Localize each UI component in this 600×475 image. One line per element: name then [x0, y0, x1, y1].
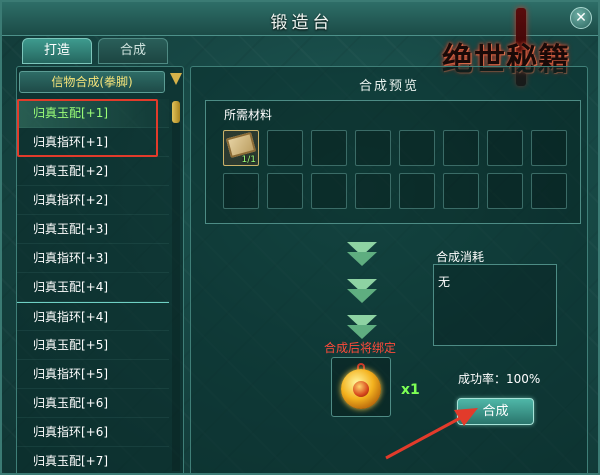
scrollbar-thumb[interactable] [172, 101, 180, 123]
list-item-10[interactable]: 归真玉配[+6] [17, 389, 169, 418]
preview-title: 合成预览 [358, 79, 419, 94]
material-slot-14[interactable] [487, 173, 523, 209]
tab-forge[interactable]: 打造 [22, 38, 92, 64]
list-item-0[interactable]: 归真玉配[+1] [17, 99, 169, 128]
material-slot-10[interactable] [311, 173, 347, 209]
material-slot-9[interactable] [267, 173, 303, 209]
list-item-4[interactable]: 归真玉配[+3] [17, 215, 169, 244]
material-slot-13[interactable] [443, 173, 479, 209]
cost-label: 合成消耗 [436, 250, 485, 264]
material-slot-7[interactable] [531, 130, 567, 166]
bind-note: 合成后将绑定 [324, 341, 397, 355]
list-item-7[interactable]: 归真指环[+4] [17, 302, 169, 331]
material-slot-12[interactable] [399, 173, 435, 209]
amulet-gem [353, 381, 369, 397]
forge-window: 锻造台 ✕ 绝世秘籍 打造 合成 信物合成(拳脚) 归真玉配[+1] 归真指环[… [0, 0, 600, 475]
material-slot-5[interactable] [443, 130, 479, 166]
material-slot-15[interactable] [531, 173, 567, 209]
result-quantity: x1 [401, 382, 420, 398]
list-item-1[interactable]: 归真指环[+1] [17, 128, 169, 157]
list-item-12[interactable]: 归真玉配[+7] [17, 447, 169, 473]
down-arrow-icon [347, 315, 377, 341]
list-item-8[interactable]: 归真玉配[+5] [17, 331, 169, 360]
material-slot-1[interactable] [267, 130, 303, 166]
material-slot-6[interactable] [487, 130, 523, 166]
down-arrow-icon [347, 279, 377, 305]
recipe-list: 归真玉配[+1] 归真指环[+1] 归真玉配[+2] 归真指环[+2] 归真玉配… [17, 99, 169, 473]
category-dropdown[interactable]: 信物合成(拳脚) [19, 71, 165, 93]
material-slot-11[interactable] [355, 173, 391, 209]
material-slot-0[interactable]: 1/1 [223, 130, 259, 166]
synthesize-button[interactable]: 合成 [457, 398, 534, 425]
material-count: 1/1 [241, 155, 256, 165]
list-item-6[interactable]: 归真玉配[+4] [17, 273, 169, 302]
list-item-5[interactable]: 归真指环[+3] [17, 244, 169, 273]
list-item-2[interactable]: 归真玉配[+2] [17, 157, 169, 186]
material-slot-4[interactable] [399, 130, 435, 166]
amulet-icon [339, 363, 383, 411]
material-slot-2[interactable] [311, 130, 347, 166]
tab-synthesize[interactable]: 合成 [98, 38, 168, 64]
chevron-down-icon[interactable] [170, 73, 182, 85]
list-item-11[interactable]: 归真指环[+6] [17, 418, 169, 447]
recipe-list-panel: 信物合成(拳脚) 归真玉配[+1] 归真指环[+1] 归真玉配[+2] 归真指环… [16, 66, 184, 473]
success-rate: 成功率：100% [458, 372, 541, 386]
down-arrow-icon [347, 242, 377, 268]
list-item-9[interactable]: 归真指环[+5] [17, 360, 169, 389]
scrollbar-track[interactable] [172, 101, 180, 471]
materials-label: 所需材料 [224, 108, 273, 122]
cost-box [433, 264, 557, 346]
list-item-3[interactable]: 归真指环[+2] [17, 186, 169, 215]
material-slot-8[interactable] [223, 173, 259, 209]
cost-value: 无 [438, 275, 451, 289]
material-slot-3[interactable] [355, 130, 391, 166]
